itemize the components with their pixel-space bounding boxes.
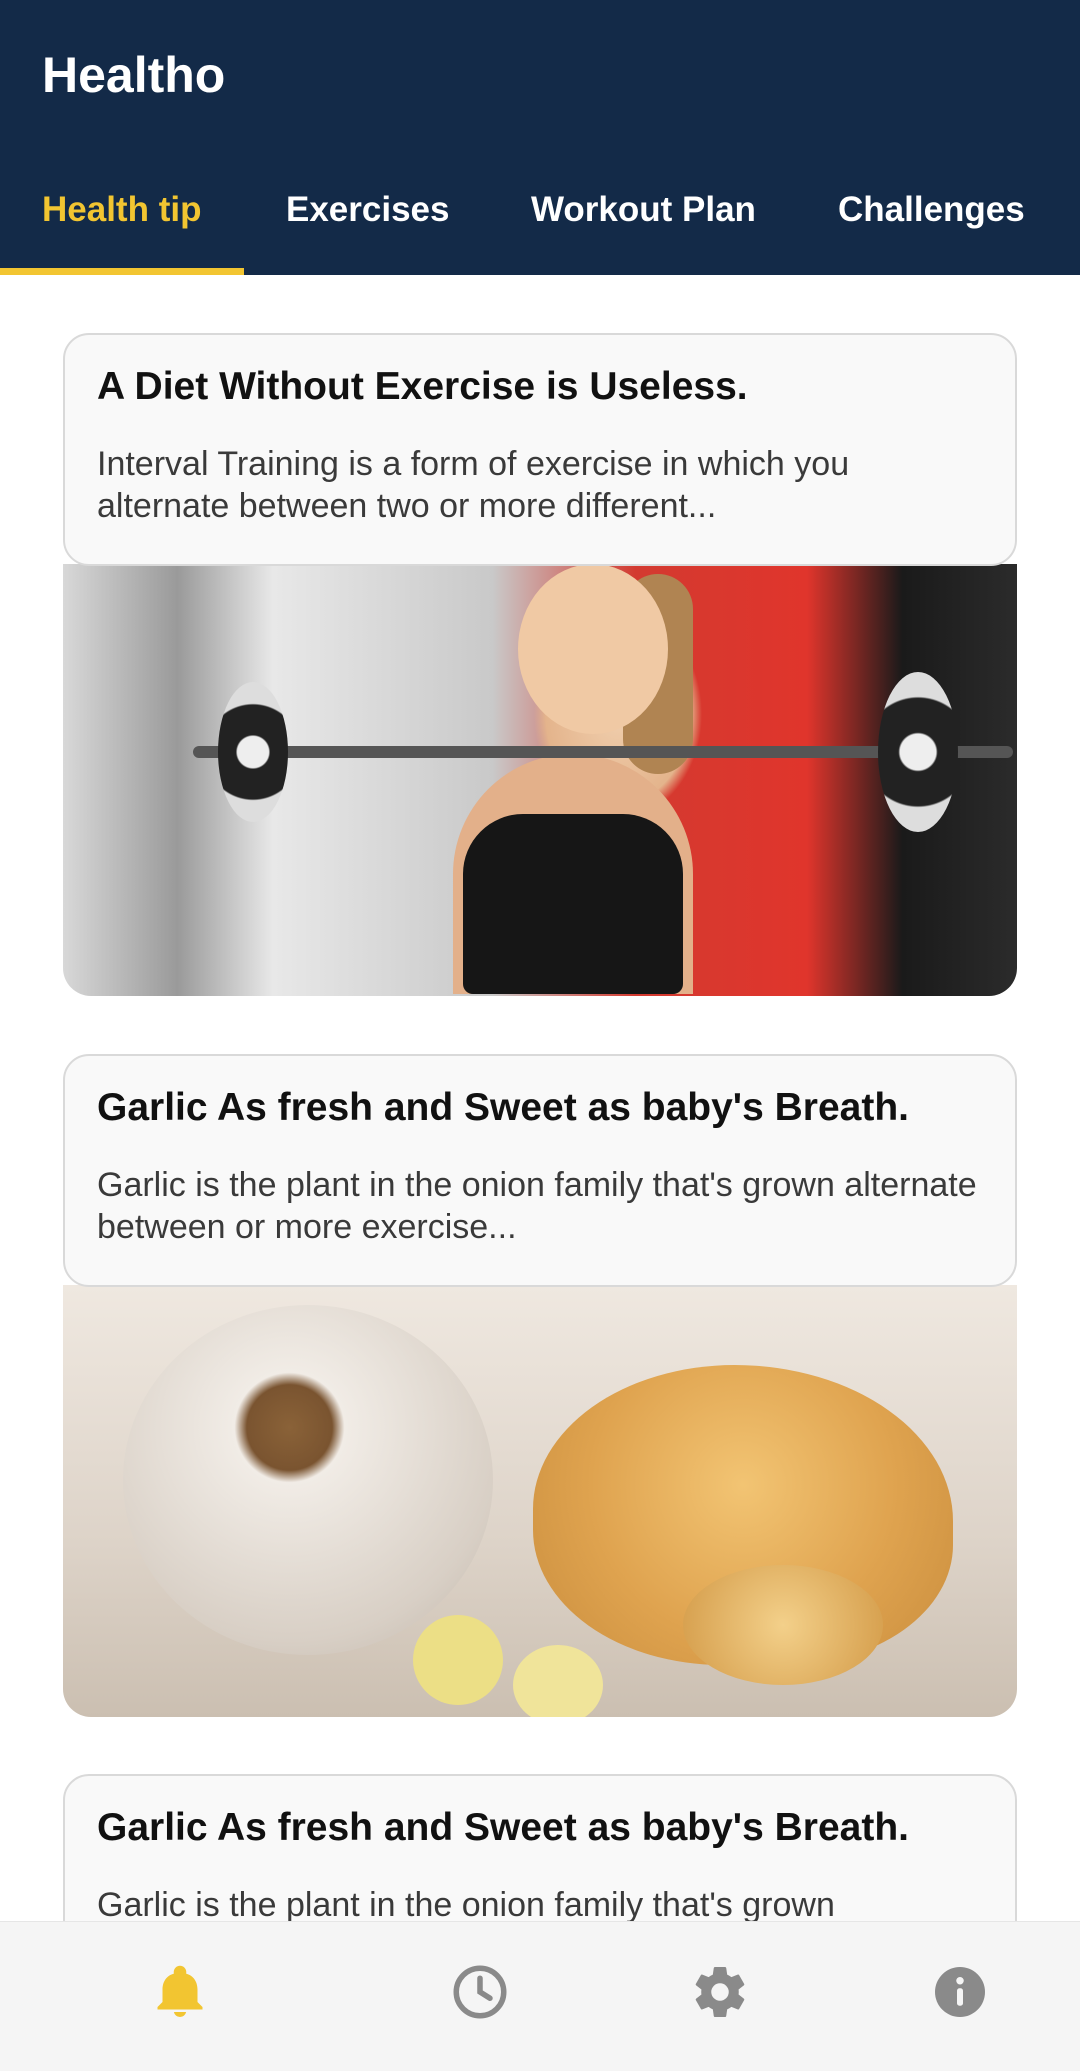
tip-card[interactable]: Garlic As fresh and Sweet as baby's Brea…	[63, 1774, 1017, 1921]
tip-title: Garlic As fresh and Sweet as baby's Brea…	[97, 1086, 909, 1129]
clock-icon[interactable]	[450, 1962, 510, 2022]
tip-card-header: Garlic As fresh and Sweet as baby's Brea…	[63, 1774, 1017, 1921]
tab-exercises[interactable]: Exercises	[286, 190, 449, 230]
tab-workout-plan[interactable]: Workout Plan	[531, 190, 756, 230]
gear-icon[interactable]	[690, 1962, 750, 2022]
tip-summary: Garlic is the plant in the onion family …	[97, 1886, 835, 1921]
tip-summary: Interval Training is a form of exercise …	[97, 445, 850, 525]
tip-title: Garlic As fresh and Sweet as baby's Brea…	[97, 1806, 909, 1849]
tip-summary: Garlic is the plant in the onion family …	[97, 1166, 977, 1246]
tip-title: A Diet Without Exercise is Useless.	[97, 365, 748, 408]
health-tip-feed[interactable]: A Diet Without Exercise is Useless. Inte…	[0, 275, 1080, 1921]
tip-card-header: A Diet Without Exercise is Useless. Inte…	[63, 333, 1017, 566]
tip-card[interactable]: Garlic As fresh and Sweet as baby's Brea…	[63, 1054, 1017, 1717]
app-bar: Healtho Health tip Exercises Workout Pla…	[0, 0, 1080, 275]
tab-bar: Health tip Exercises Workout Plan Challe…	[0, 170, 1080, 275]
app-title: Healtho	[42, 47, 226, 103]
bottom-navigation	[0, 1921, 1080, 2071]
tab-health-tip[interactable]: Health tip	[42, 190, 201, 230]
tip-image	[63, 1285, 1017, 1717]
bell-icon[interactable]	[150, 1962, 210, 2022]
tab-challenges[interactable]: Challenges	[838, 190, 1025, 230]
tip-card-header: Garlic As fresh and Sweet as baby's Brea…	[63, 1054, 1017, 1287]
tip-card[interactable]: A Diet Without Exercise is Useless. Inte…	[63, 333, 1017, 996]
info-icon[interactable]	[930, 1962, 990, 2022]
tip-image	[63, 564, 1017, 996]
active-tab-indicator	[0, 268, 244, 275]
